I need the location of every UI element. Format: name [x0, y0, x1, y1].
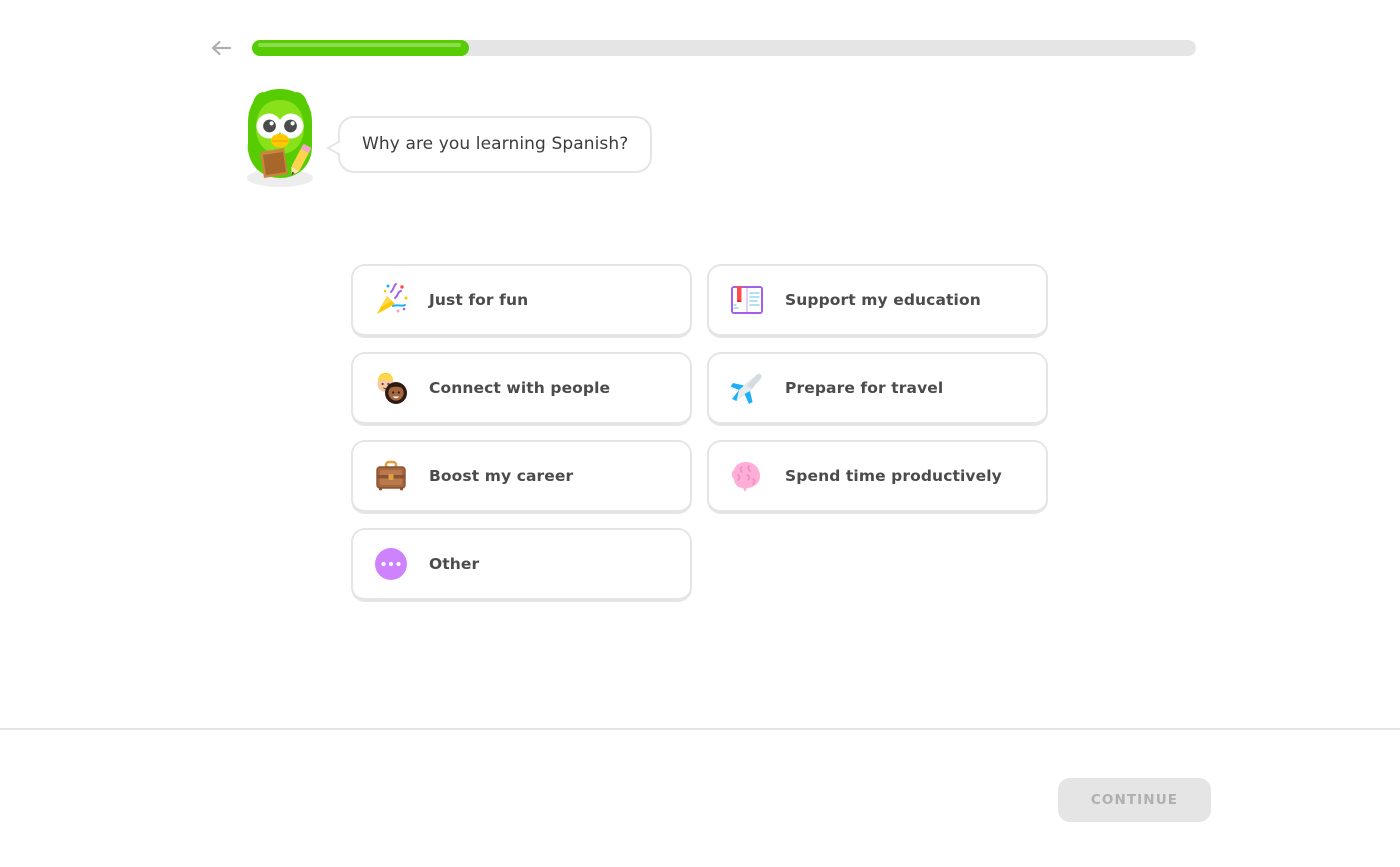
onboarding-header — [206, 33, 1196, 63]
speech-bubble: Why are you learning Spanish? — [326, 116, 653, 173]
progress-bar-fill — [252, 40, 470, 56]
briefcase-icon — [371, 456, 411, 496]
open-book-icon — [727, 280, 767, 320]
option-label: Other — [429, 555, 480, 573]
two-people-icon — [371, 368, 411, 408]
option-cell: Prepare for travel — [707, 352, 1048, 440]
ellipsis-circle-icon — [371, 544, 411, 584]
option-support-my-education[interactable]: Support my education — [707, 264, 1048, 338]
option-label: Spend time productively — [785, 467, 1002, 485]
option-connect-with-people[interactable]: Connect with people — [351, 352, 692, 426]
party-popper-icon — [371, 280, 411, 320]
option-spend-time-productively[interactable]: Spend time productively — [707, 440, 1048, 514]
option-label: Just for fun — [429, 291, 529, 309]
airplane-icon — [727, 368, 767, 408]
option-cell: Spend time productively — [707, 440, 1048, 528]
back-button[interactable] — [206, 33, 236, 63]
option-label: Boost my career — [429, 467, 574, 485]
progress-bar-track — [252, 40, 1196, 56]
option-prepare-for-travel[interactable]: Prepare for travel — [707, 352, 1048, 426]
option-label: Prepare for travel — [785, 379, 944, 397]
brain-icon — [727, 456, 767, 496]
option-cell: Connect with people — [351, 352, 692, 440]
arrow-left-icon — [210, 38, 232, 58]
prompt-question: Why are you learning Spanish? — [362, 134, 629, 154]
option-other[interactable]: Other — [351, 528, 692, 602]
option-boost-my-career[interactable]: Boost my career — [351, 440, 692, 514]
option-cell: Just for fun — [351, 264, 692, 352]
continue-button[interactable]: CONTINUE — [1058, 778, 1211, 822]
option-cell: Support my education — [707, 264, 1048, 352]
option-label: Support my education — [785, 291, 981, 309]
option-cell: Boost my career — [351, 440, 692, 528]
mascot-and-prompt: Why are you learning Spanish? — [238, 86, 653, 188]
speech-bubble-tail-fill — [330, 140, 344, 156]
option-cell: Other — [351, 528, 692, 616]
option-just-for-fun[interactable]: Just for fun — [351, 264, 692, 338]
duo-owl-icon — [238, 86, 322, 188]
onboarding-screen: Why are you learning Spanish? Just for f… — [0, 0, 1400, 867]
option-label: Connect with people — [429, 379, 611, 397]
motivation-options-grid: Just for fun Support my education Connec… — [351, 264, 1048, 616]
footer-divider — [0, 728, 1400, 730]
